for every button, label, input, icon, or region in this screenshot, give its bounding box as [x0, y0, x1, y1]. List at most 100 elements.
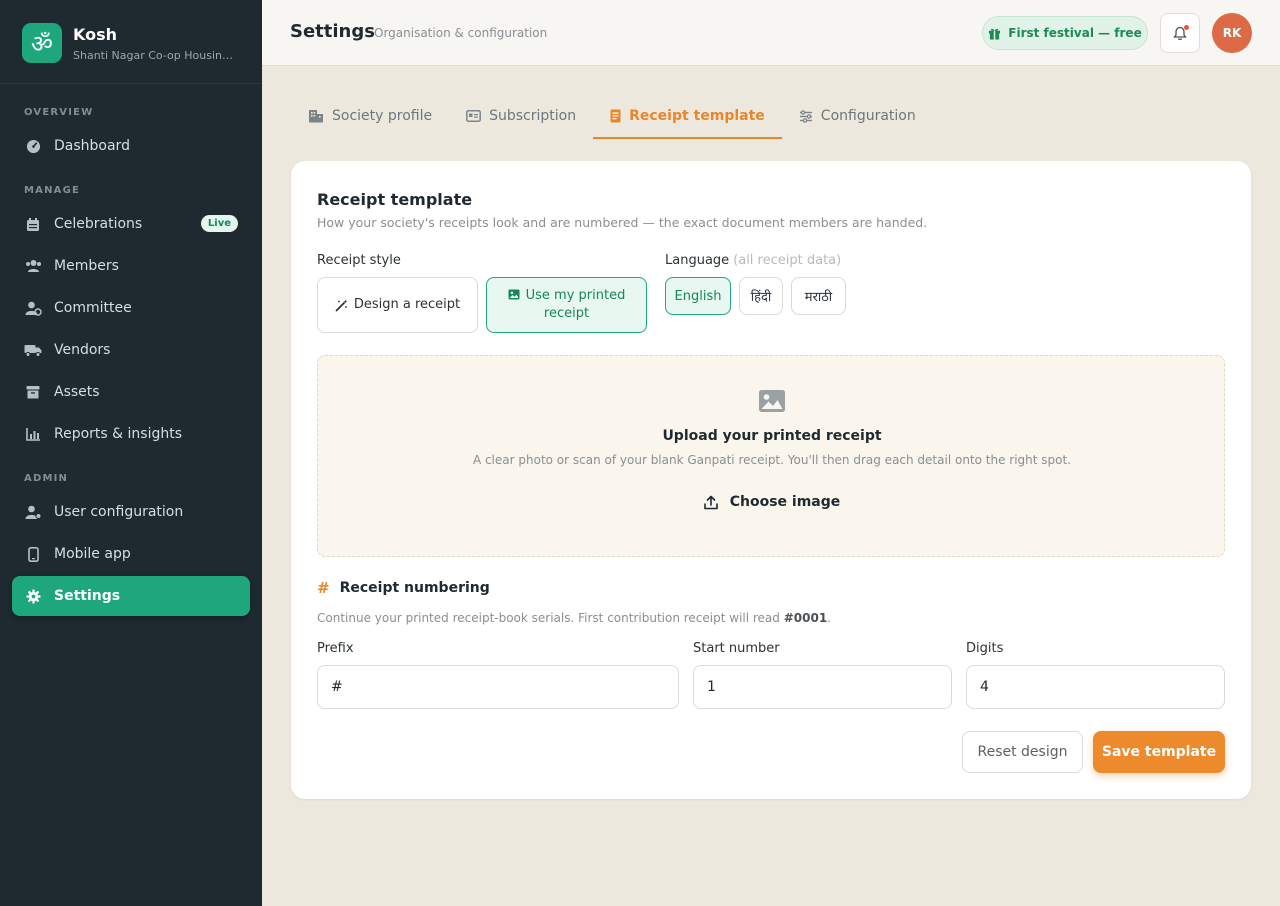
- notifications-button[interactable]: [1160, 13, 1200, 53]
- sidebar-item-label: Mobile app: [54, 546, 131, 562]
- sidebar-item-label: Dashboard: [54, 138, 130, 154]
- sidebar-item-mobile-app[interactable]: Mobile app: [12, 534, 250, 574]
- brand-subtitle: Shanti Nagar Co-op Housin…: [73, 48, 233, 62]
- page-subtitle: Organisation & configuration: [374, 26, 548, 40]
- use-printed-receipt-option[interactable]: Use my printed receipt: [486, 277, 647, 333]
- prefix-input[interactable]: #: [317, 665, 679, 709]
- sidebar-item-members[interactable]: Members: [12, 246, 250, 286]
- sidebar-item-label: Committee: [54, 300, 132, 316]
- sidebar-item-assets[interactable]: Assets: [12, 372, 250, 412]
- archive-icon: [24, 385, 42, 399]
- receipt-icon: [610, 109, 621, 123]
- choose-image-button[interactable]: Choose image: [698, 486, 846, 518]
- start-number-label: Start number: [693, 641, 780, 656]
- sidebar-item-label: Reports & insights: [54, 426, 183, 442]
- tab-configuration[interactable]: Configuration: [782, 93, 933, 139]
- brand-name: Kosh: [73, 24, 118, 44]
- tab-subscription[interactable]: Subscription: [449, 93, 593, 139]
- numbering-description-text: Continue your printed receipt-book seria…: [317, 611, 784, 625]
- gift-icon: [988, 27, 1001, 40]
- upload-description: A clear photo or scan of your blank Ganp…: [472, 453, 1072, 467]
- receipt-style-label: Receipt style: [317, 253, 401, 268]
- sidebar-item-celebrations[interactable]: Celebrations Live: [12, 204, 250, 244]
- om-logo-icon: ॐ: [22, 23, 62, 63]
- user-gear-icon: [24, 505, 42, 520]
- sidebar-item-user-configuration[interactable]: User configuration: [12, 492, 250, 532]
- sidebar-item-dashboard[interactable]: Dashboard: [12, 126, 250, 166]
- section-label-overview: OVERVIEW: [24, 107, 94, 118]
- live-badge: Live: [200, 215, 238, 232]
- card-description: How your society's receipts look and are…: [317, 215, 928, 230]
- language-option-english[interactable]: English: [665, 277, 731, 315]
- language-hint: (all receipt data): [733, 253, 842, 268]
- numbering-description: Continue your printed receipt-book seria…: [317, 611, 831, 625]
- truck-icon: [24, 343, 42, 357]
- digits-input[interactable]: 4: [966, 665, 1225, 709]
- sidebar-item-reports[interactable]: Reports & insights: [12, 414, 250, 454]
- tab-label: Receipt template: [629, 108, 765, 124]
- choose-image-label: Choose image: [729, 494, 841, 510]
- upload-dropzone[interactable]: Upload your printed receipt A clear phot…: [317, 355, 1225, 557]
- receipt-template-card: Receipt template How your society's rece…: [291, 161, 1251, 799]
- start-number-input[interactable]: 1: [693, 665, 952, 709]
- sidebar-item-settings[interactable]: Settings: [12, 576, 250, 616]
- section-label-admin: ADMIN: [24, 473, 69, 484]
- avatar[interactable]: RK: [1212, 13, 1252, 53]
- divider: [0, 83, 262, 84]
- gauge-icon: [24, 139, 42, 154]
- building-icon: [308, 109, 324, 123]
- sidebar-item-label: Members: [54, 258, 119, 274]
- magic-wand-icon: [335, 299, 348, 312]
- card-title: Receipt template: [317, 190, 473, 209]
- sidebar-item-vendors[interactable]: Vendors: [12, 330, 250, 370]
- id-card-icon: [466, 110, 482, 122]
- calendar-icon: [24, 217, 42, 232]
- tab-label: Configuration: [820, 108, 916, 124]
- users-icon: [24, 259, 42, 273]
- language-label: Language (all receipt data): [665, 253, 841, 268]
- brand[interactable]: ॐ Kosh Shanti Nagar Co-op Housin…: [22, 23, 243, 63]
- sidebar-item-label: Assets: [54, 384, 100, 400]
- gear-icon: [24, 588, 42, 604]
- chart-icon: [24, 427, 42, 441]
- notification-dot: [1184, 25, 1189, 30]
- user-tie-icon: [24, 301, 42, 316]
- save-template-button[interactable]: Save template: [1093, 731, 1225, 773]
- upload-title: Upload your printed receipt: [662, 428, 882, 444]
- sidebar-item-label: Celebrations: [54, 216, 143, 232]
- tab-receipt-template[interactable]: Receipt template: [593, 93, 782, 139]
- sidebar-item-label: Settings: [54, 588, 121, 604]
- sidebar-item-committee[interactable]: Committee: [12, 288, 250, 328]
- prefix-label: Prefix: [317, 641, 354, 656]
- design-receipt-option[interactable]: Design a receipt: [317, 277, 478, 333]
- top-header: Settings Organisation & configuration Fi…: [262, 0, 1280, 66]
- digits-label: Digits: [966, 641, 1004, 656]
- settings-tabs: Society profile Subscription Receipt tem…: [291, 93, 933, 139]
- image-icon: [508, 289, 520, 300]
- language-option-marathi[interactable]: मराठी: [791, 277, 846, 315]
- page-title: Settings: [290, 21, 375, 42]
- numbering-description-end: .: [827, 611, 831, 625]
- tab-society-profile[interactable]: Society profile: [291, 93, 449, 139]
- language-label-text: Language: [665, 253, 730, 268]
- numbering-example: #0001: [783, 611, 828, 625]
- option-label: Design a receipt: [353, 297, 461, 312]
- sidebar-item-label: Vendors: [54, 342, 111, 358]
- receipt-numbering-heading: # Receipt numbering: [317, 579, 490, 597]
- mobile-icon: [24, 546, 42, 562]
- option-label: Use my printed receipt: [525, 288, 626, 321]
- tab-label: Society profile: [332, 108, 433, 124]
- hash-icon: #: [317, 579, 330, 597]
- image-placeholder-icon: [758, 389, 786, 417]
- tab-label: Subscription: [489, 108, 577, 124]
- section-label-manage: MANAGE: [24, 185, 81, 196]
- sidebar: ॐ Kosh Shanti Nagar Co-op Housin… OVERVI…: [0, 0, 262, 906]
- promo-badge[interactable]: First festival — free: [982, 16, 1148, 50]
- upload-icon: [703, 495, 718, 510]
- promo-text: First festival — free: [1008, 26, 1142, 40]
- reset-design-button[interactable]: Reset design: [962, 731, 1083, 773]
- numbering-title: Receipt numbering: [339, 580, 490, 596]
- language-option-hindi[interactable]: हिंदी: [739, 277, 783, 315]
- sidebar-item-label: User configuration: [54, 504, 184, 520]
- sliders-icon: [799, 109, 813, 123]
